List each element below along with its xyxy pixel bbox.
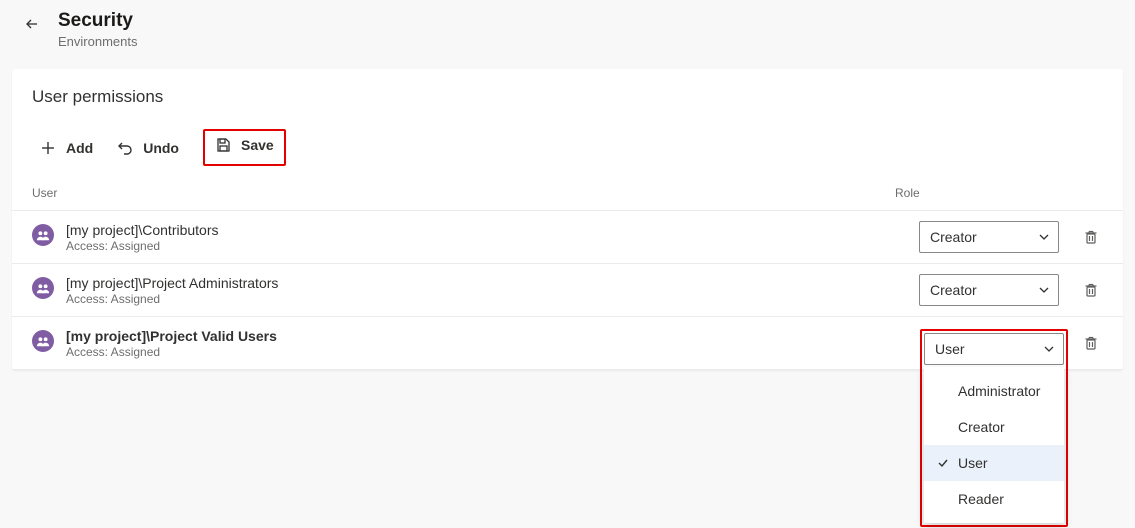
role-option-label: Administrator — [958, 383, 1040, 399]
role-option-label: Reader — [958, 491, 1004, 507]
identity-name: [my project]\Project Administrators — [66, 275, 278, 291]
role-option-reader[interactable]: Reader — [924, 481, 1064, 517]
list-header: User Role — [12, 184, 1123, 211]
save-button[interactable]: Save — [215, 137, 274, 153]
group-avatar-icon — [32, 277, 54, 299]
page-subtitle: Environments — [58, 34, 137, 49]
add-button[interactable]: Add — [40, 140, 93, 156]
permissions-card: User permissions Add Undo — [12, 69, 1123, 370]
group-avatar-icon — [32, 330, 54, 352]
delete-button[interactable] — [1079, 278, 1103, 302]
identity-name: [my project]\Contributors — [66, 222, 219, 238]
role-value: Creator — [930, 229, 977, 245]
role-option-label: Creator — [958, 419, 1005, 435]
identity-access: Access: Assigned — [66, 292, 278, 306]
page-title: Security — [58, 10, 137, 32]
arrow-left-icon — [24, 16, 40, 32]
add-label: Add — [66, 140, 93, 156]
column-role: Role — [895, 186, 1095, 200]
chevron-down-icon — [1038, 284, 1050, 296]
column-user: User — [32, 186, 895, 200]
save-icon — [215, 137, 231, 153]
permission-row: [my project]\Contributors Access: Assign… — [12, 211, 1123, 264]
group-avatar-icon — [32, 224, 54, 246]
check-icon — [936, 457, 950, 469]
row-identity: [my project]\Project Valid Users Access:… — [32, 328, 919, 359]
toolbar: Add Undo Save — [12, 113, 1123, 184]
role-value: User — [935, 341, 965, 357]
role-select[interactable]: Creator — [919, 221, 1059, 253]
trash-icon — [1083, 282, 1099, 298]
role-dropdown-list: Administrator Creator User Reader — [924, 367, 1064, 523]
identity-access: Access: Assigned — [66, 239, 219, 253]
header-titles: Security Environments — [58, 10, 137, 49]
undo-label: Undo — [143, 140, 179, 156]
back-button[interactable] — [20, 12, 44, 39]
role-dropdown-highlight: User Administrator Creator User — [920, 329, 1068, 527]
chevron-down-icon — [1038, 231, 1050, 243]
save-label: Save — [241, 137, 274, 153]
row-identity: [my project]\Contributors Access: Assign… — [32, 222, 919, 253]
page-header: Security Environments — [0, 0, 1135, 57]
trash-icon — [1083, 229, 1099, 245]
role-option-administrator[interactable]: Administrator — [924, 373, 1064, 409]
identity-name: [my project]\Project Valid Users — [66, 328, 277, 344]
undo-icon — [117, 140, 133, 156]
role-select[interactable]: Creator — [919, 274, 1059, 306]
plus-icon — [40, 140, 56, 156]
role-value: Creator — [930, 282, 977, 298]
trash-icon — [1083, 335, 1099, 351]
row-identity: [my project]\Project Administrators Acce… — [32, 275, 919, 306]
save-highlight: Save — [203, 129, 286, 166]
role-option-user[interactable]: User — [924, 445, 1064, 481]
role-select-open[interactable]: User — [924, 333, 1064, 365]
delete-button[interactable] — [1079, 225, 1103, 249]
role-option-creator[interactable]: Creator — [924, 409, 1064, 445]
permission-row: [my project]\Project Administrators Acce… — [12, 264, 1123, 317]
card-title: User permissions — [12, 69, 1123, 113]
undo-button[interactable]: Undo — [117, 140, 179, 156]
identity-access: Access: Assigned — [66, 345, 277, 359]
chevron-down-icon — [1043, 343, 1055, 355]
delete-button[interactable] — [1079, 331, 1103, 355]
role-option-label: User — [958, 455, 988, 471]
